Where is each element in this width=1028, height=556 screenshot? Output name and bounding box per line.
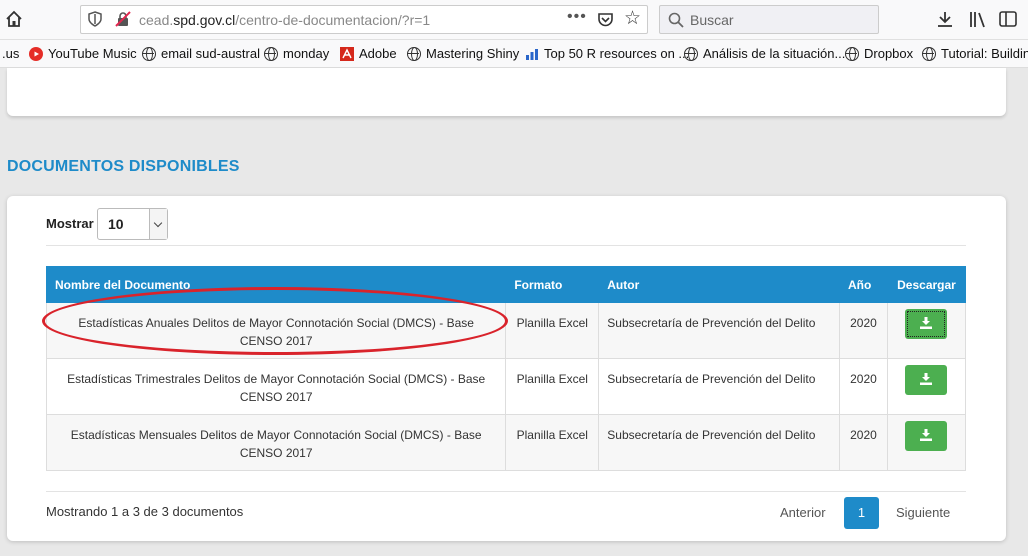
bookmark-item[interactable]: Top 50 R resources on ... [525, 46, 689, 61]
bookmark-label: .us [2, 46, 20, 61]
bookmark-label: YouTube Music [48, 46, 137, 61]
bookmark-label: Dropbox [864, 46, 914, 61]
document-year: 2020 [838, 302, 888, 359]
download-icon [920, 373, 933, 385]
table-row: Estadísticas Trimestrales Delitos de May… [45, 358, 967, 415]
url-prefix: cead. [139, 12, 174, 28]
chevron-down-icon [149, 209, 167, 239]
globe-icon [845, 46, 859, 61]
bookmark-item[interactable]: YouTube Music [29, 46, 137, 61]
column-header-year[interactable]: Año [838, 266, 888, 303]
column-header-author[interactable]: Autor [598, 266, 840, 303]
youtube-music-icon [29, 46, 43, 61]
column-header-download: Descargar [886, 266, 967, 303]
pocket-icon[interactable] [597, 11, 614, 28]
download-icon [920, 429, 933, 441]
globe-icon [142, 46, 156, 61]
insecure-lock-icon[interactable] [115, 11, 131, 27]
download-button[interactable] [905, 365, 948, 395]
show-entries-select[interactable]: 10 [97, 208, 168, 240]
bookmark-item[interactable]: Dropbox [845, 46, 913, 61]
downloads-icon[interactable] [936, 10, 954, 28]
section-title: DOCUMENTOS DISPONIBLES [7, 158, 240, 175]
bookmark-label: Adobe [359, 46, 397, 61]
top-card [7, 68, 1006, 116]
divider [46, 491, 966, 492]
bookmarks-bar: .us YouTube Music email sud-austral mond… [0, 40, 1028, 68]
url-text[interactable]: cead.spd.gov.cl/centro-de-documentacion/… [139, 12, 430, 28]
download-button[interactable] [905, 309, 948, 339]
bookmark-item[interactable]: Tutorial: Building [922, 46, 1028, 61]
globe-icon [264, 46, 278, 61]
bookmark-item[interactable]: .us [2, 46, 19, 61]
document-name: Estadísticas Mensuales Delitos de Mayor … [45, 414, 507, 471]
bookmark-item[interactable]: email sud-austral [142, 46, 260, 61]
download-cell [886, 302, 967, 359]
search-bar[interactable]: Buscar [659, 5, 879, 34]
document-year: 2020 [838, 414, 888, 471]
download-icon [920, 317, 933, 329]
bookmark-label: Top 50 R resources on ... [544, 46, 690, 61]
bookmark-label: Análisis de la situación... [703, 46, 846, 61]
pagination-current-page[interactable]: 1 [844, 497, 879, 529]
chart-icon [526, 48, 538, 60]
bookmark-label: email sud-austral [161, 46, 260, 61]
pagination-previous[interactable]: Anterior [780, 505, 826, 520]
page-actions-icon[interactable]: ••• [567, 8, 587, 26]
document-name: Estadísticas Trimestrales Delitos de May… [45, 358, 507, 415]
download-cell [886, 358, 967, 415]
bookmark-item[interactable]: Adobe [340, 46, 397, 61]
bookmark-item[interactable]: monday [264, 46, 329, 61]
download-button[interactable] [905, 421, 948, 451]
globe-icon [407, 46, 421, 61]
show-entries-value: 10 [108, 216, 124, 232]
column-header-name[interactable]: Nombre del Documento [45, 266, 507, 303]
pagination-next[interactable]: Siguiente [896, 505, 950, 520]
library-icon[interactable] [968, 10, 988, 28]
url-domain: spd.gov.cl [173, 12, 236, 28]
document-format: Planilla Excel [505, 358, 600, 415]
table-info: Mostrando 1 a 3 de 3 documentos [46, 504, 244, 519]
globe-icon [684, 46, 698, 61]
browser-toolbar: cead.spd.gov.cl/centro-de-documentacion/… [0, 0, 1028, 40]
documents-table: Nombre del Documento Formato Autor Año D… [45, 266, 967, 471]
search-placeholder: Buscar [690, 12, 734, 28]
globe-icon [922, 46, 936, 61]
adobe-icon [340, 46, 354, 61]
document-author: Subsecretaría de Prevención del Delito [598, 302, 840, 359]
document-format: Planilla Excel [505, 302, 600, 359]
bookmark-item[interactable]: Mastering Shiny [407, 46, 519, 61]
document-name: Estadísticas Anuales Delitos de Mayor Co… [45, 302, 507, 359]
show-entries-label: Mostrar [46, 216, 94, 231]
bookmark-item[interactable]: Análisis de la situación... [684, 46, 845, 61]
bookmark-label: monday [283, 46, 330, 61]
bookmark-label: Mastering Shiny [426, 46, 520, 61]
sidebar-icon[interactable] [998, 10, 1018, 28]
table-header-row: Nombre del Documento Formato Autor Año D… [45, 266, 967, 303]
table-row: Estadísticas Mensuales Delitos de Mayor … [45, 414, 967, 471]
document-author: Subsecretaría de Prevención del Delito [598, 414, 840, 471]
column-header-format[interactable]: Formato [505, 266, 600, 303]
divider [46, 245, 966, 246]
documents-card: Mostrar 10 Nombre del Documento Formato … [7, 196, 1006, 541]
shield-icon[interactable] [87, 11, 103, 27]
document-format: Planilla Excel [505, 414, 600, 471]
url-bar[interactable]: cead.spd.gov.cl/centro-de-documentacion/… [80, 5, 648, 34]
document-author: Subsecretaría de Prevención del Delito [598, 358, 840, 415]
table-row: Estadísticas Anuales Delitos de Mayor Co… [45, 302, 967, 359]
bookmark-star-icon[interactable]: ☆ [624, 9, 641, 29]
url-path: /centro-de-documentacion/?r=1 [235, 12, 431, 28]
document-year: 2020 [838, 358, 888, 415]
home-icon[interactable] [4, 9, 24, 29]
download-cell [886, 414, 967, 471]
bookmark-label: Tutorial: Building [941, 46, 1028, 61]
search-icon [668, 12, 684, 28]
